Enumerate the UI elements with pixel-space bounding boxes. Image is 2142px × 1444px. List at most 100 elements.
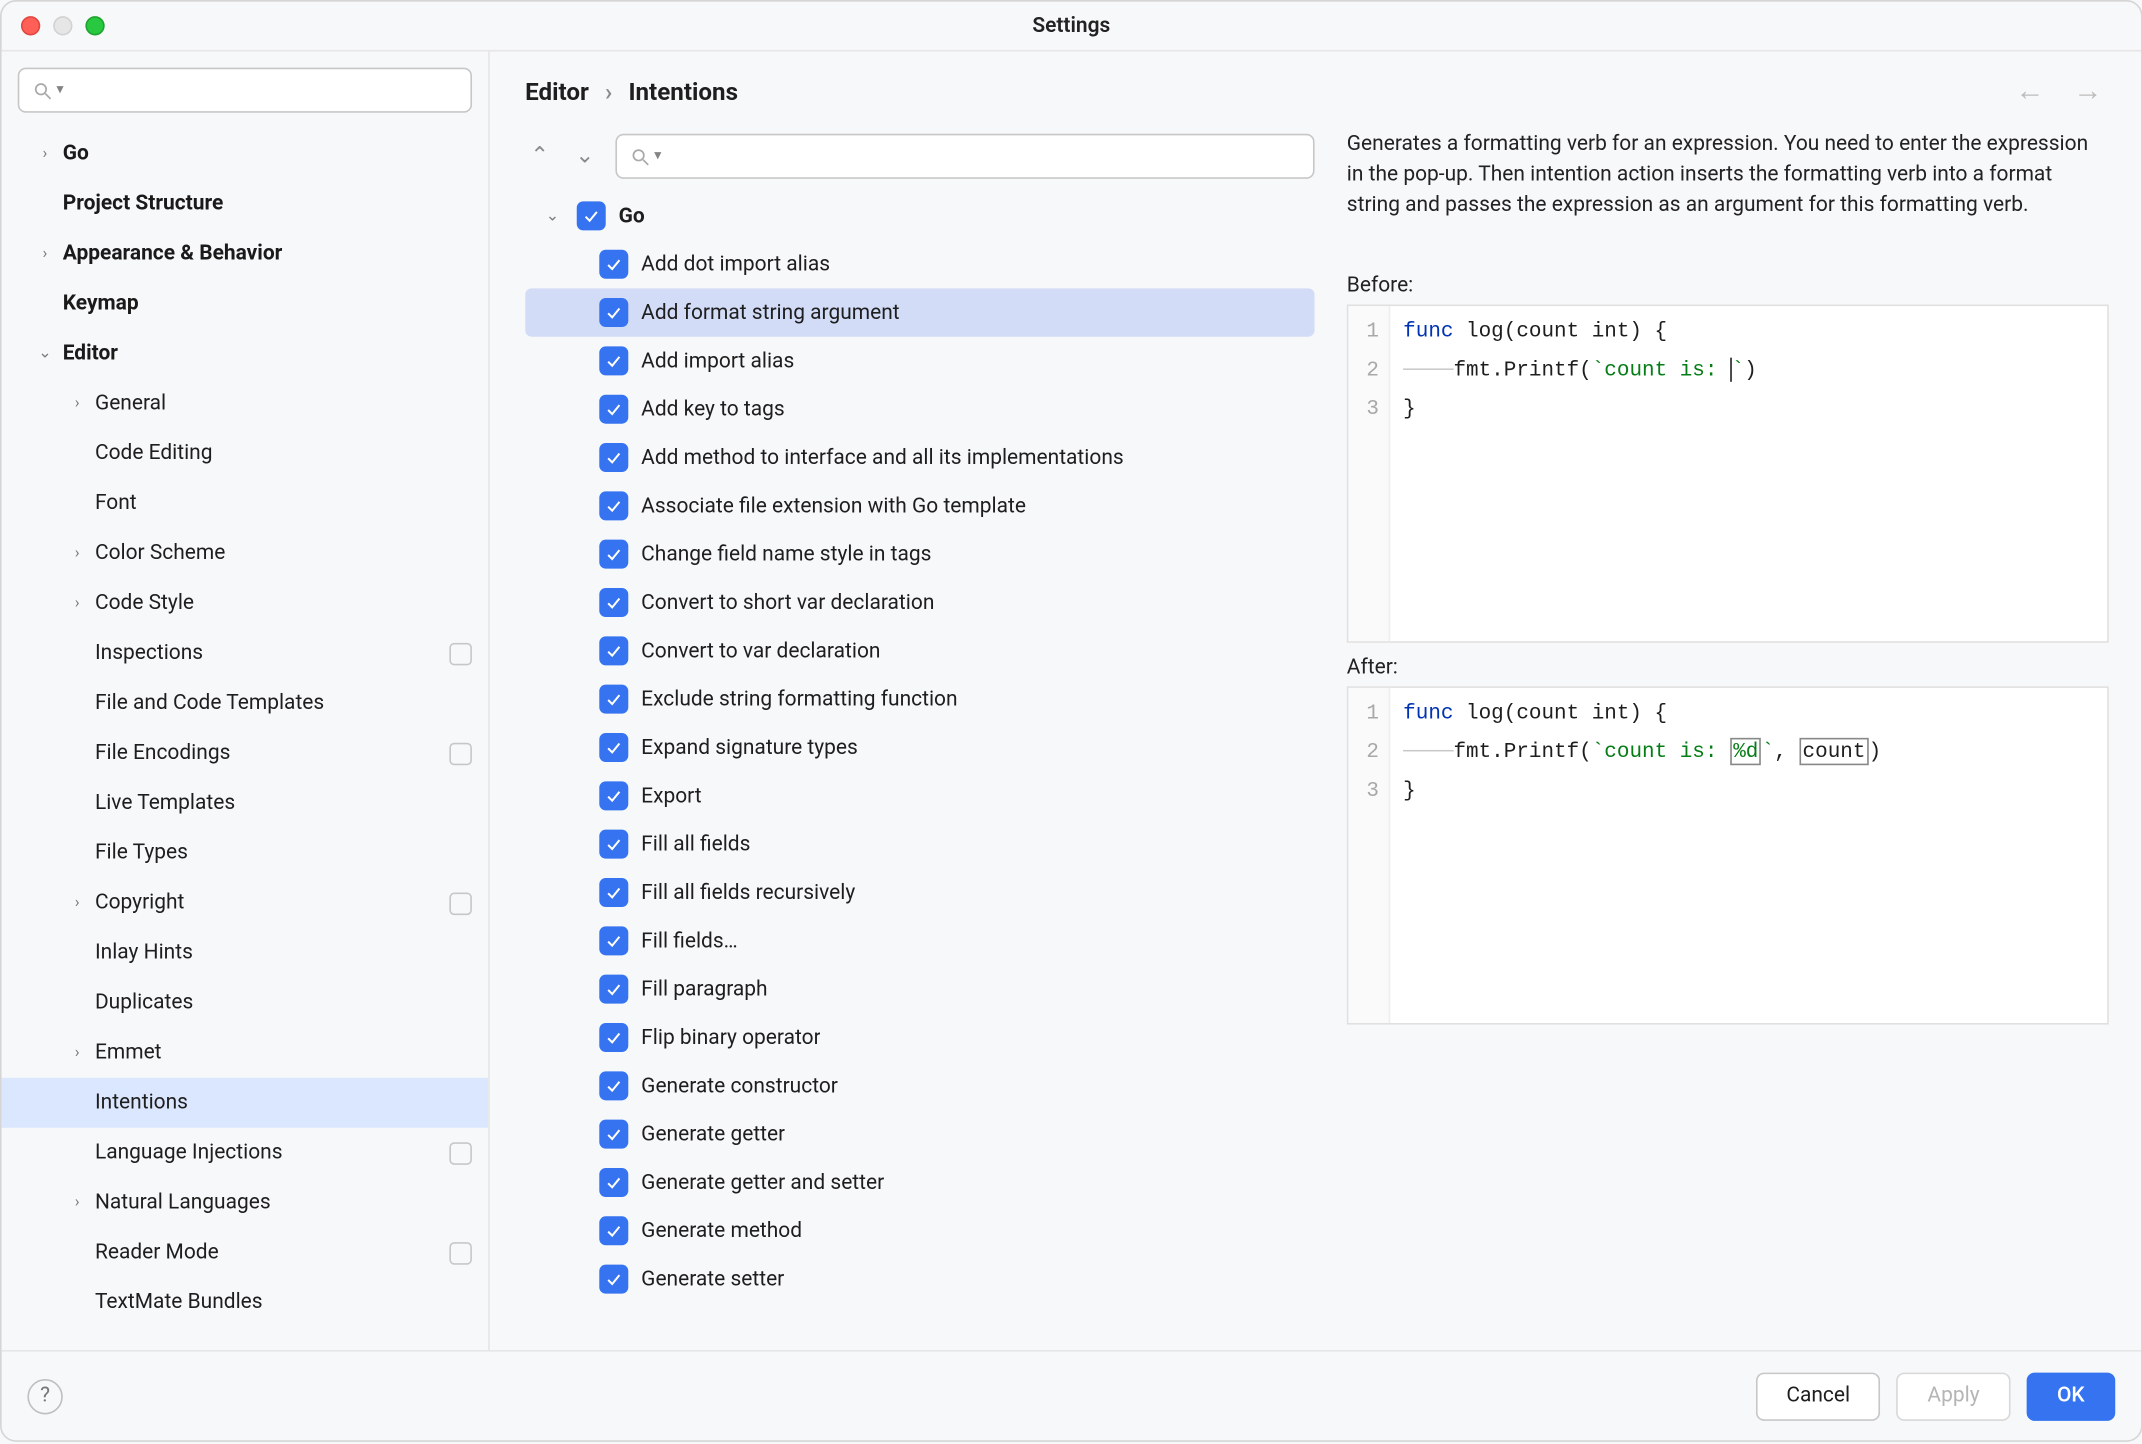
chevron-down-icon: ▾	[654, 148, 661, 164]
gutter: 123	[1348, 687, 1390, 1022]
intention-checkbox[interactable]	[599, 733, 628, 762]
intention-label: Fill all fields recursively	[641, 880, 855, 904]
chevron-down-icon: ⌄	[541, 207, 564, 225]
intention-checkbox[interactable]	[599, 926, 628, 955]
nav-forward-icon[interactable]: →	[2067, 74, 2109, 108]
intention-checkbox[interactable]	[599, 975, 628, 1004]
sidebar-item[interactable]: Language Injections	[2, 1128, 489, 1178]
intention-item[interactable]: Generate getter	[525, 1110, 1314, 1158]
code: func log(count int) { ────fmt.Printf(`co…	[1390, 305, 2107, 640]
intention-checkbox[interactable]	[599, 1023, 628, 1052]
intention-item[interactable]: Expand signature types	[525, 723, 1314, 771]
sidebar-item[interactable]: ›Go	[2, 129, 489, 179]
sidebar-item[interactable]: File Encodings	[2, 728, 489, 778]
intention-checkbox[interactable]	[599, 636, 628, 665]
intention-checkbox[interactable]	[599, 830, 628, 859]
sidebar-item-label: Language Injections	[95, 1141, 440, 1165]
intention-item[interactable]: Fill all fields	[525, 820, 1314, 868]
group-checkbox[interactable]	[577, 201, 606, 230]
intention-checkbox[interactable]	[599, 298, 628, 327]
sidebar-item[interactable]: ⌄Editor	[2, 329, 489, 379]
sidebar-item[interactable]: ›Emmet	[2, 1028, 489, 1078]
sidebar-item[interactable]: ›Code Style	[2, 578, 489, 628]
intention-item[interactable]: Convert to var declaration	[525, 627, 1314, 675]
nav-back-icon[interactable]: ←	[2009, 74, 2051, 108]
intention-label: Add method to interface and all its impl…	[641, 445, 1124, 469]
sidebar-item[interactable]: Code Editing	[2, 429, 489, 479]
intention-item[interactable]: Associate file extension with Go templat…	[525, 482, 1314, 530]
intention-item[interactable]: Export	[525, 772, 1314, 820]
intention-checkbox[interactable]	[599, 540, 628, 569]
intention-item[interactable]: Fill all fields recursively	[525, 868, 1314, 916]
scope-badge-icon	[449, 642, 472, 665]
intention-item[interactable]: Fill paragraph	[525, 965, 1314, 1013]
intention-item[interactable]: Generate constructor	[525, 1062, 1314, 1110]
sidebar-item[interactable]: ›General	[2, 379, 489, 429]
intention-checkbox[interactable]	[599, 1168, 628, 1197]
intention-checkbox[interactable]	[599, 443, 628, 472]
sidebar-item[interactable]: Project Structure	[2, 179, 489, 229]
intention-item[interactable]: Generate getter and setter	[525, 1158, 1314, 1206]
before-label: Before:	[1347, 260, 2109, 303]
chevron-right-icon: ›	[66, 1044, 89, 1062]
intention-checkbox[interactable]	[599, 346, 628, 375]
intention-item[interactable]: Flip binary operator	[525, 1013, 1314, 1061]
intention-checkbox[interactable]	[599, 1071, 628, 1100]
intention-item[interactable]: Change field name style in tags	[525, 530, 1314, 578]
intention-checkbox[interactable]	[599, 250, 628, 279]
intention-group[interactable]: ⌄Go	[525, 192, 1314, 240]
sidebar-item-label: Keymap	[63, 292, 472, 316]
sidebar-item[interactable]: TextMate Bundles	[2, 1278, 489, 1328]
sidebar-item[interactable]: ›Appearance & Behavior	[2, 229, 489, 279]
sidebar-item[interactable]: Inlay Hints	[2, 928, 489, 978]
sidebar-item[interactable]: File and Code Templates	[2, 678, 489, 728]
intention-item[interactable]: Exclude string formatting function	[525, 675, 1314, 723]
expand-all-icon[interactable]: ⌃	[525, 143, 554, 169]
sidebar-item[interactable]: File Types	[2, 828, 489, 878]
sidebar-item-label: Inlay Hints	[95, 941, 472, 965]
intention-checkbox[interactable]	[599, 878, 628, 907]
intention-label: Fill all fields	[641, 832, 750, 856]
intention-label: Generate getter	[641, 1122, 785, 1146]
intention-item[interactable]: Add key to tags	[525, 385, 1314, 433]
sidebar-item[interactable]: Keymap	[2, 279, 489, 329]
chevron-right-icon: ›	[66, 594, 89, 612]
intention-checkbox[interactable]	[599, 1265, 628, 1294]
sidebar-item[interactable]: Duplicates	[2, 978, 489, 1028]
intentions-search[interactable]: ▾	[615, 134, 1314, 179]
intention-item[interactable]: Generate setter	[525, 1255, 1314, 1303]
intention-checkbox[interactable]	[599, 395, 628, 424]
settings-tree[interactable]: ›GoProject Structure›Appearance & Behavi…	[2, 122, 489, 1350]
intention-item[interactable]: Convert to short var declaration	[525, 578, 1314, 626]
collapse-all-icon[interactable]: ⌄	[570, 143, 599, 169]
sidebar-item[interactable]: ›Copyright	[2, 878, 489, 928]
intention-item[interactable]: Add format string argument	[525, 288, 1314, 336]
intentions-tree[interactable]: ⌄GoAdd dot import aliasAdd format string…	[525, 192, 1314, 1350]
sidebar-item[interactable]: ›Color Scheme	[2, 528, 489, 578]
intention-item[interactable]: Add method to interface and all its impl…	[525, 433, 1314, 481]
intention-checkbox[interactable]	[599, 1120, 628, 1149]
content: ▾ ›GoProject Structure›Appearance & Beha…	[2, 50, 2141, 1350]
sidebar-item[interactable]: Font	[2, 478, 489, 528]
sidebar-item[interactable]: Intentions	[2, 1078, 489, 1128]
intention-checkbox[interactable]	[599, 1216, 628, 1245]
help-icon[interactable]: ?	[27, 1378, 62, 1413]
intention-item[interactable]: Fill fields…	[525, 917, 1314, 965]
apply-button[interactable]: Apply	[1897, 1372, 2010, 1420]
sidebar-item[interactable]: Reader Mode	[2, 1228, 489, 1278]
intention-checkbox[interactable]	[599, 588, 628, 617]
intention-item[interactable]: Add dot import alias	[525, 240, 1314, 288]
chevron-down-icon: ▾	[56, 82, 63, 98]
cancel-button[interactable]: Cancel	[1756, 1372, 1881, 1420]
intention-item[interactable]: Add import alias	[525, 337, 1314, 385]
sidebar-item[interactable]: Live Templates	[2, 778, 489, 828]
intention-item[interactable]: Generate method	[525, 1207, 1314, 1255]
intention-checkbox[interactable]	[599, 781, 628, 810]
intention-checkbox[interactable]	[599, 685, 628, 714]
sidebar-item[interactable]: ›Natural Languages	[2, 1178, 489, 1228]
breadcrumb-seg-1[interactable]: Editor	[525, 77, 589, 106]
sidebar-search[interactable]: ▾	[18, 68, 472, 113]
sidebar-item[interactable]: Inspections	[2, 628, 489, 678]
intention-checkbox[interactable]	[599, 491, 628, 520]
ok-button[interactable]: OK	[2026, 1372, 2115, 1420]
